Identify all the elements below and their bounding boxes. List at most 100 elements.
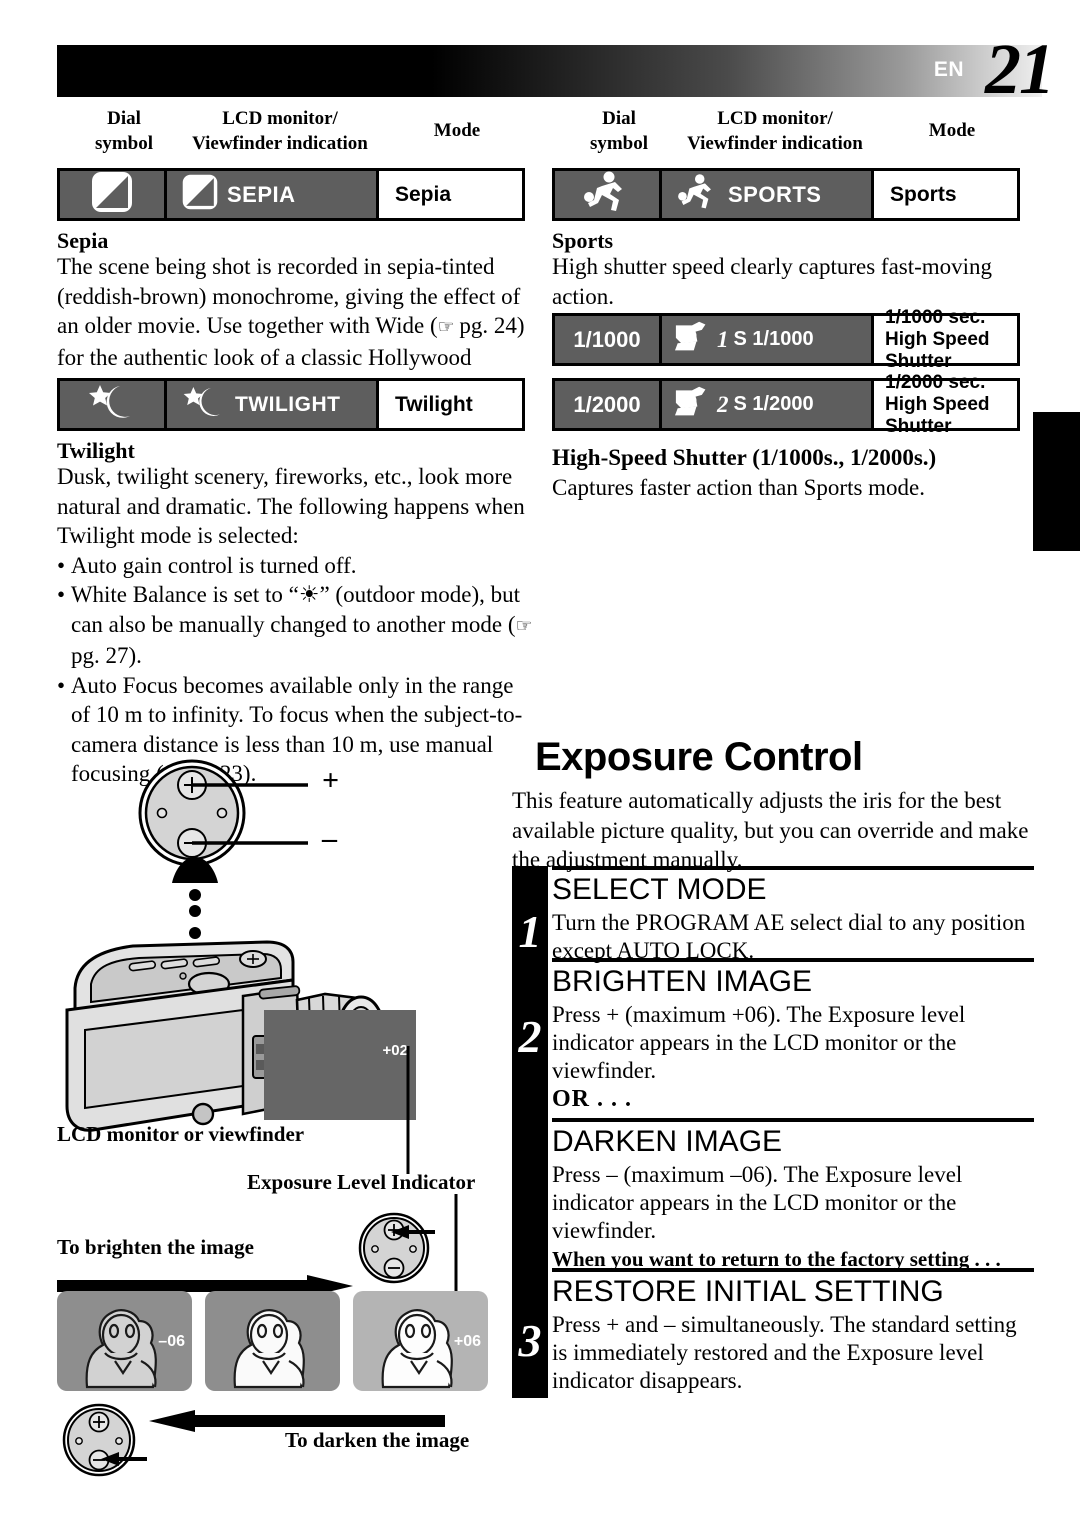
step-1-number: 1 [512,866,548,958]
mode-line-4: High Speed Shutter [885,393,990,437]
label-exposure-level-indicator: Exposure Level Indicator [247,1170,476,1194]
step-1: 1 SELECT MODE Turn the PROGRAM AE select… [512,866,1034,963]
mode-line-1: 1/1000 sec. [885,306,986,328]
high-speed-shutter-block: High-Speed Shutter (1/1000s., 1/2000s.) … [552,443,1042,502]
section-edge-tab [1033,412,1080,551]
sports-heading: Sports [552,228,614,253]
sample-image-bright: +06 [353,1291,488,1391]
label-brighten: To brighten the image [57,1235,254,1259]
sample-panel-bright: +06 [353,1291,488,1391]
sports-icon-small [676,173,720,216]
dial-pointer-arrow [172,857,218,917]
step-2-heading: BRIGHTEN IMAGE [552,965,813,998]
dial-plus-label: + [322,764,340,797]
step-3-body: Press + and – simultaneously. The standa… [552,1312,1017,1393]
dial-minus-label: – [322,822,337,855]
sports-icon [582,170,632,219]
step-1-heading: SELECT MODE [552,873,767,906]
step-3-rule [552,1268,1034,1272]
dial-darken [62,1403,147,1477]
exposure-control-title: Exposure Control [535,735,863,779]
high-speed-shutter-icon-2 [672,385,712,424]
step-2-rule-b [552,1118,1034,1122]
dial-symbol-cell-twilight [60,381,167,428]
step-2-or-label: OR . . . [552,1086,632,1112]
step-2-rule [552,958,1034,962]
mode-cell-twilight: Twilight [379,381,522,428]
step-2-number: 2 [512,958,548,1268]
step-2-heading-2: DARKEN IMAGE [552,1125,783,1158]
exposure-indicator-leader-line-2 [454,1194,458,1292]
step-2-body: Press + (maximum +06). The Exposure leve… [552,1002,966,1083]
page-header-banner: EN [57,45,1042,97]
high-speed-body: Captures faster action than Sports mode. [552,474,926,500]
dial-symbol-cell-sports [555,171,662,218]
indication-cell-1000: 1 S 1/1000 [662,316,874,363]
twilight-heading: Twilight [57,438,135,463]
shutter-digit-1: 1 [717,326,729,352]
indication-cell: SEPIA [167,171,379,218]
shutter-indication-1: S 1/1000 [733,328,814,350]
label-darken: To darken the image [285,1428,470,1452]
lcd-monitor-box: +02 [264,1010,416,1120]
step-2: 2 BRIGHTEN IMAGE Press + (maximum +06). … [512,958,1034,1271]
language-label: EN [933,58,964,81]
step-3: 3 RESTORE INITIAL SETTING Press + and – … [512,1268,1034,1398]
step-3-number: 3 [512,1268,548,1398]
sepia-icon-small [181,173,219,216]
step-3-heading: RESTORE INITIAL SETTING [552,1275,944,1308]
panel-value-dark: –06 [158,1333,185,1350]
twilight-body: Dusk, twilight scenery, fireworks, etc.,… [57,462,537,791]
sepia-icon [90,170,134,219]
step-1-body: Turn the PROGRAM AE select dial to any p… [552,910,1026,963]
dial-value-1000: 1/1000 [555,316,662,363]
high-speed-shutter-icon [672,320,712,359]
header-mode-right: Mode [928,120,976,141]
mode-row-twilight: TWILIGHT Twilight [57,378,525,431]
indication-label-twilight: TWILIGHT [235,392,341,416]
exposure-indicator-leader-line [406,1046,410,1174]
high-speed-heading: High-Speed Shutter [552,445,747,470]
mode-cell-1000: 1/1000 sec. High Speed Shutter [874,307,1017,372]
sample-image-normal [205,1291,340,1391]
sample-panel-normal [205,1291,340,1391]
indication-label: SEPIA [227,181,296,207]
shutter-indication-2: S 1/2000 [733,393,814,415]
exposure-dial-closeup [138,759,308,867]
mode-label-sports: Sports [890,182,957,206]
mode-line-3: 1/2000 sec. [885,371,986,393]
sample-panel-dark: –06 [57,1291,192,1391]
twilight-bullet-2: • White Balance is set to “☀” (outdoor m… [57,582,533,668]
table-header-right: Dial symbol LCD monitor/ Viewfinder indi… [552,104,1022,162]
dial-symbol-cell [60,171,167,218]
twilight-icon [86,382,138,427]
mode-cell: Sepia [379,171,522,218]
mode-row-sepia: SEPIA Sepia [57,168,525,221]
twilight-bullet-1: • Auto gain control is turned off. [57,552,357,578]
header-dial-symbol: Dial symbol [94,108,154,154]
mode-row-shutter-2000: 1/2000 2 S 1/2000 1/2000 sec. High Speed… [552,372,1020,437]
dial-brighten [358,1212,435,1284]
header-mode: Mode [433,120,481,141]
shutter-digit-2: 2 [717,391,729,417]
mode-row-sports: SPORTS Sports [552,168,1020,221]
manual-page: EN 21 Dial symbol LCD monitor/ Viewfinde… [0,0,1080,1533]
step-1-rule [552,866,1034,870]
mode-label: Sepia [395,182,452,206]
pointing-hand-icon-2: ☞ [515,615,533,637]
sun-icon: ☀ [298,582,320,607]
dial-value-2000: 1/2000 [555,381,662,428]
mode-row-shutter-1000: 1/1000 1 S 1/1000 1/1000 sec. High Speed… [552,307,1020,372]
page-number: 21 [985,29,1055,109]
mode-label-twilight: Twilight [395,392,473,416]
high-speed-heading-rest: (1/1000s., 1/2000s.) [746,445,937,470]
indication-cell-sports: SPORTS [662,171,874,218]
table-header-left: Dial symbol LCD monitor/ Viewfinder indi… [57,104,527,162]
exposure-control-intro: This feature automatically adjusts the i… [512,788,1029,872]
sample-image-dark: –06 [57,1291,192,1391]
indication-cell-twilight: TWILIGHT [167,381,379,428]
indication-cell-2000: 2 S 1/2000 [662,381,874,428]
twilight-icon-small [181,384,227,425]
header-dial-symbol-right: Dial symbol [589,108,649,154]
exposure-steps: 1 SELECT MODE Turn the PROGRAM AE select… [512,866,1034,1398]
